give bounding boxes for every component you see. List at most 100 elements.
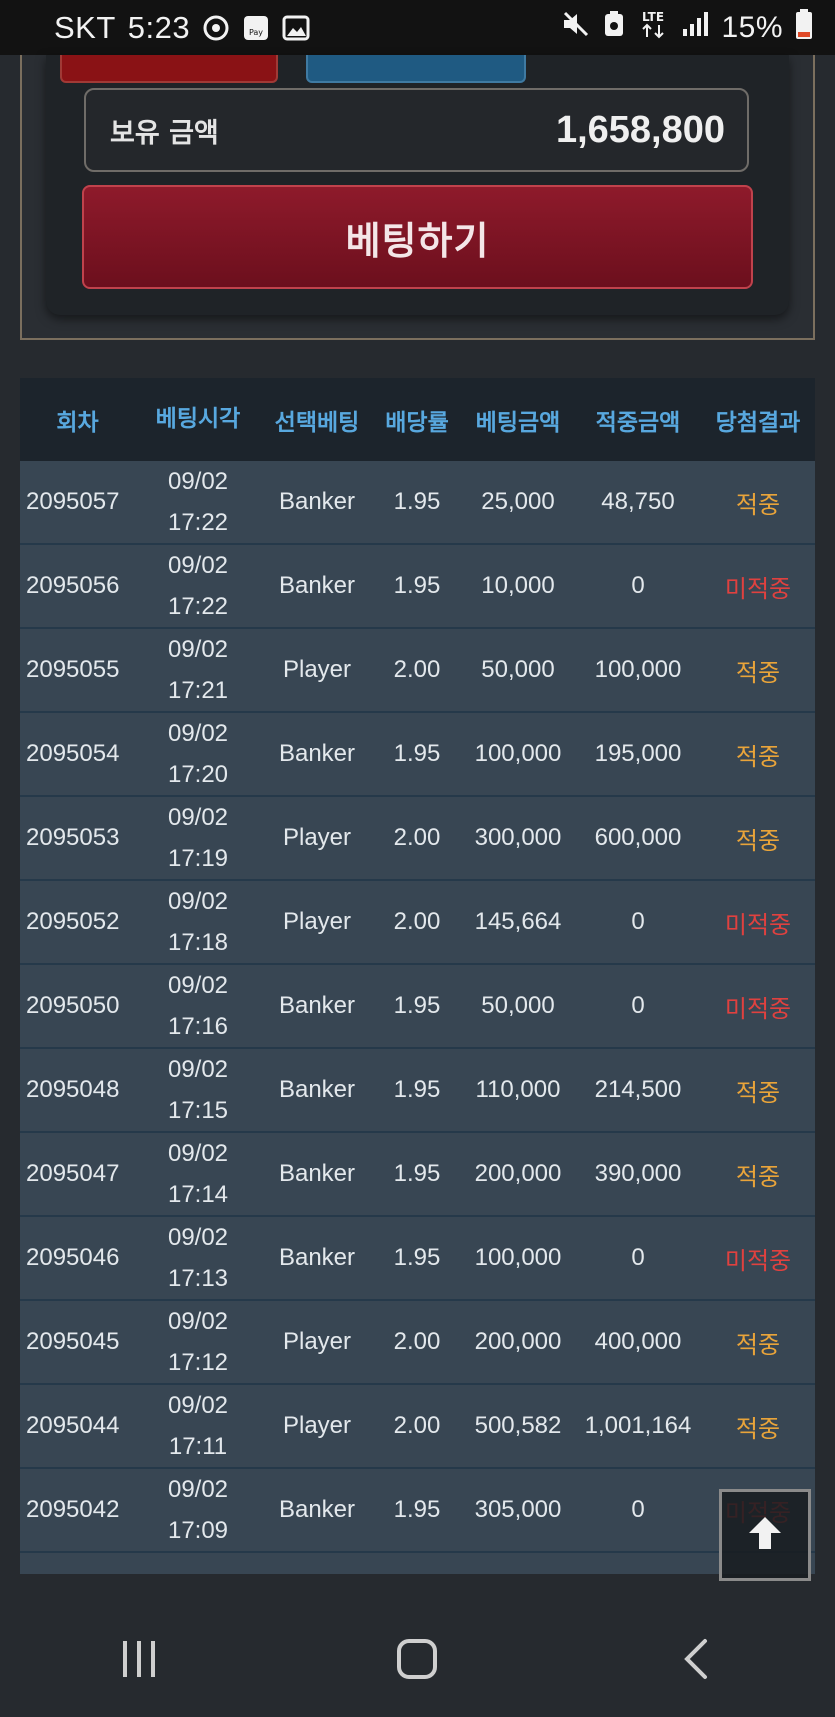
bet-date: 09/02 bbox=[167, 1140, 229, 1167]
cell-round: 2095042 bbox=[26, 1496, 120, 1523]
cell-result: 미적중 bbox=[724, 1247, 792, 1275]
place-bet-button[interactable]: 베팅하기 bbox=[82, 185, 753, 289]
cell-round: 2095045 bbox=[26, 1328, 120, 1355]
cell-bet-amount: 500,582 bbox=[474, 1412, 562, 1439]
cell-pick: Player bbox=[282, 908, 352, 935]
table-row: 209504109/02Banker1.95200,0000미적중 bbox=[20, 1553, 815, 1574]
battery-icon bbox=[795, 8, 813, 48]
recents-button[interactable] bbox=[79, 1621, 199, 1701]
clock: 5:23 bbox=[127, 9, 191, 45]
cell-bet-time: 09/02 17:15 bbox=[135, 1049, 261, 1131]
cell-odds: 1.95 bbox=[393, 1160, 441, 1187]
player-select-button[interactable] bbox=[306, 55, 526, 83]
banker-select-button[interactable] bbox=[60, 55, 278, 83]
cell-win-amount: 0 bbox=[631, 1244, 645, 1271]
column-header-result: 당첨결과 bbox=[715, 409, 801, 436]
table-body: 2095057 09/02 17:22 Banker 1.95 25,000 48,750 적… bbox=[20, 461, 815, 1574]
cell-win-amount: 195,000 bbox=[594, 740, 682, 767]
bet-time: 17:18 bbox=[167, 929, 229, 956]
column-header-odds: 배당률 bbox=[385, 409, 449, 436]
table-row: 2095052 09/02 17:18 Player 2.00 145,664 0 미적중 bbox=[20, 881, 815, 965]
cell-bet-amount: 300,000 bbox=[474, 824, 562, 851]
cell-odds: 1.95 bbox=[393, 488, 441, 515]
cell-bet-time: 09/02 17:22 bbox=[135, 461, 261, 543]
cell-bet-amount: 10,000 bbox=[481, 572, 555, 599]
scroll-top-button[interactable] bbox=[719, 1489, 811, 1581]
carrier-label: SKT bbox=[54, 9, 116, 45]
cell-bet-amount: 200,000 bbox=[474, 1160, 562, 1187]
cell-bet-amount: 100,000 bbox=[474, 1244, 562, 1271]
bet-date: 09/02 bbox=[167, 972, 229, 999]
table-row: 2095047 09/02 17:14 Banker 1.95 200,000 390,00… bbox=[20, 1133, 815, 1217]
table-row: 209504209/0217:09Banker1.95305,0000미적중 bbox=[20, 1469, 815, 1553]
battery-percent: 15% bbox=[721, 10, 783, 44]
cell-win-amount: 1,001,164 bbox=[584, 1412, 692, 1439]
back-button[interactable] bbox=[636, 1621, 756, 1701]
cell-pick: Player bbox=[282, 1412, 352, 1439]
cell-round: 2095054 bbox=[26, 740, 120, 767]
home-button[interactable] bbox=[357, 1621, 477, 1701]
cell-round: 2095053 bbox=[26, 824, 120, 851]
battery-saver-icon bbox=[603, 10, 625, 46]
cell-pick: Banker bbox=[278, 488, 356, 515]
table-row: 2095050 09/02 17:16 Banker 1.95 50,000 0 미적중 bbox=[20, 965, 815, 1049]
cell-win-amount: 0 bbox=[631, 992, 645, 1019]
cell-bet-amount: 145,664 bbox=[474, 908, 562, 935]
bet-date: 09/02 bbox=[167, 1056, 229, 1083]
bet-date: 09/02 bbox=[167, 552, 229, 579]
cell-odds: 1.95 bbox=[393, 572, 441, 599]
table-row: 2095056 09/02 17:22 Banker 1.95 10,000 0 미적중 bbox=[20, 545, 815, 629]
cell-odds: 1.95 bbox=[393, 740, 441, 767]
status-bar: SKT 5:23 Pay LTE 15% bbox=[0, 0, 835, 55]
bet-time: 17:22 bbox=[167, 509, 229, 536]
bet-time: 17:12 bbox=[167, 1349, 229, 1376]
cell-round: 2095047 bbox=[26, 1160, 120, 1187]
table-row: 2095048 09/02 17:15 Banker 1.95 110,000 214,50… bbox=[20, 1049, 815, 1133]
cell-result: 미적중 bbox=[724, 911, 792, 939]
cell-win-amount: 400,000 bbox=[594, 1328, 682, 1355]
cell-bet-amount: 305,000 bbox=[474, 1496, 562, 1523]
cell-result: 적중 bbox=[735, 491, 781, 519]
arrow-up-icon bbox=[745, 1513, 785, 1557]
cell-round: 2095050 bbox=[26, 992, 120, 1019]
cell-odds: 2.00 bbox=[393, 1412, 441, 1439]
bet-date: 09/02 bbox=[167, 888, 229, 915]
bet-time: 17:13 bbox=[167, 1265, 229, 1292]
cell-result: 적중 bbox=[735, 827, 781, 855]
cell-win-amount: 0 bbox=[631, 1496, 645, 1523]
cell-win-amount: 214,500 bbox=[594, 1076, 682, 1103]
balance-label: 보유 금액 bbox=[110, 117, 219, 149]
cell-bet-time: 09/02 17:20 bbox=[135, 713, 261, 795]
cell-bet-time: 09/02 17:14 bbox=[135, 1133, 261, 1215]
cell-odds: 2.00 bbox=[393, 824, 441, 851]
status-left: SKT 5:23 Pay bbox=[54, 10, 310, 46]
cell-pick: Banker bbox=[278, 1160, 356, 1187]
cell-result: 적중 bbox=[735, 1079, 781, 1107]
cell-bet-time: 09/02 17:11 bbox=[135, 1385, 261, 1467]
cell-pick: Player bbox=[282, 656, 352, 683]
cell-odds: 1.95 bbox=[393, 1076, 441, 1103]
lte-icon: LTE bbox=[637, 9, 669, 47]
cell-result: 적중 bbox=[735, 1331, 781, 1359]
cell-round: 2095052 bbox=[26, 908, 120, 935]
screen: SKT 5:23 Pay LTE 15% 보유 금액 1,658,800 베팅하… bbox=[0, 0, 835, 1717]
cell-bet-time: 09/02 bbox=[135, 1574, 261, 1575]
bet-time: 17:14 bbox=[167, 1181, 229, 1208]
cell-result: 적중 bbox=[735, 743, 781, 771]
mute-icon bbox=[561, 10, 591, 46]
cell-round: 2095044 bbox=[26, 1412, 120, 1439]
cell-bet-time: 09/02 17:21 bbox=[135, 629, 261, 711]
recents-icon bbox=[119, 1639, 159, 1683]
bet-date: 09/02 bbox=[167, 1308, 229, 1335]
balance-value: 1,658,800 bbox=[555, 108, 725, 151]
table-row: 2095054 09/02 17:20 Banker 1.95 100,000 195,00… bbox=[20, 713, 815, 797]
cell-bet-amount: 50,000 bbox=[481, 656, 555, 683]
column-header-pick: 선택베팅 bbox=[274, 409, 360, 436]
column-header-time: 베팅시각 bbox=[155, 406, 241, 432]
cell-pick: Banker bbox=[278, 740, 356, 767]
vibrate-icon bbox=[202, 14, 230, 42]
bet-time: 17:19 bbox=[167, 845, 229, 872]
cell-bet-time: 09/02 17:16 bbox=[135, 965, 261, 1047]
cell-result: 적중 bbox=[735, 659, 781, 687]
cell-pick: Banker bbox=[278, 1496, 356, 1523]
